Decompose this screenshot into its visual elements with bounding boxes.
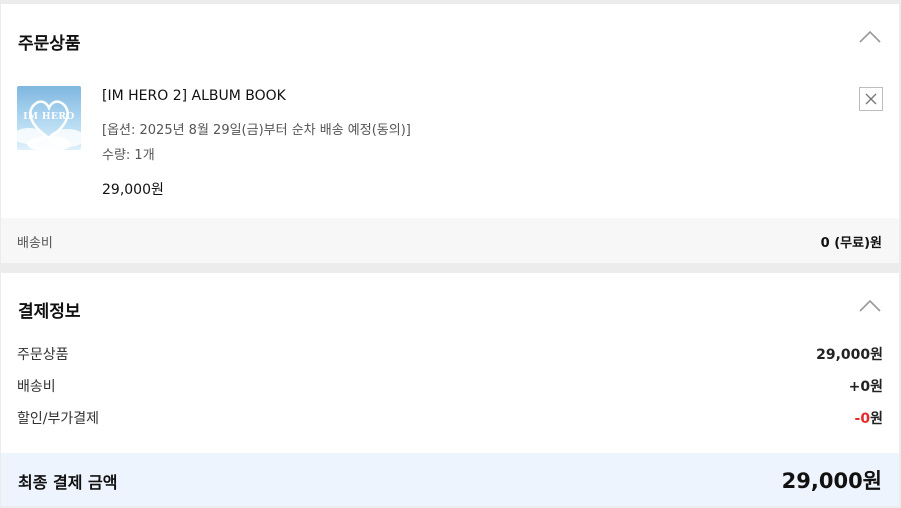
order-section-title: 주문상품 — [18, 34, 81, 54]
payment-row-value: 29,000원 — [816, 347, 883, 363]
chevron-up-icon[interactable] — [859, 299, 881, 313]
product-option: [옵션: 2025년 8월 29일(금)부터 순차 배송 예정(동의)] — [102, 123, 411, 138]
shipping-fee-value: 0 (무료)원 — [820, 236, 882, 251]
product-name[interactable]: [IM HERO 2] ALBUM BOOK — [102, 88, 286, 104]
payment-row-items: 주문상품 29,000원 — [17, 344, 883, 364]
final-total-value: 29,000원 — [781, 469, 882, 493]
order-items-panel: 주문상품 IM HERO [IM HERO 2] ALBUM BOOK [옵션:… — [1, 4, 899, 263]
final-total-label: 최종 결제 금액 — [18, 473, 118, 492]
payment-row-value: -0원 — [855, 408, 883, 428]
payment-row-value: +0원 — [848, 379, 883, 395]
product-price: 29,000원 — [102, 182, 164, 198]
payment-row-shipping: 배송비 +0원 — [17, 376, 883, 396]
shipping-fee-row: 배송비 0 (무료)원 — [1, 218, 899, 263]
payment-info-panel: 결제정보 주문상품 29,000원 배송비 +0원 할인/부가결제 -0원 최종… — [1, 273, 899, 506]
discount-unit: 원 — [870, 411, 883, 427]
thumbnail-title: IM HERO — [23, 112, 75, 122]
chevron-up-icon[interactable] — [859, 30, 881, 44]
payment-row-label: 할인/부가결제 — [17, 411, 99, 427]
product-quantity: 수량: 1개 — [102, 148, 155, 163]
final-total-row: 최종 결제 금액 29,000원 — [1, 453, 899, 506]
discount-amount: -0 — [854, 411, 871, 427]
payment-row-label: 배송비 — [17, 379, 56, 395]
close-icon — [865, 93, 877, 105]
product-thumbnail[interactable]: IM HERO — [17, 86, 81, 150]
payment-row-label: 주문상품 — [17, 347, 69, 363]
payment-section-title: 결제정보 — [18, 302, 81, 322]
remove-item-button[interactable] — [859, 87, 883, 111]
shipping-fee-label: 배송비 — [17, 236, 53, 251]
payment-row-discount: 할인/부가결제 -0원 — [17, 408, 883, 428]
